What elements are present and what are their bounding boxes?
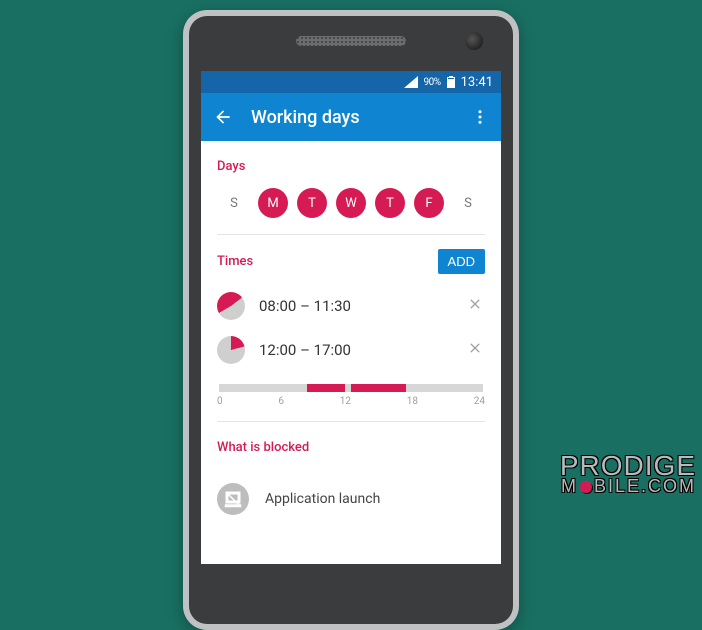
watermark-line1: PRODIGE — [560, 453, 696, 478]
pie-icon-1 — [217, 336, 245, 364]
screen: 90% 13:41 Working days Days S — [201, 71, 501, 564]
day-tue[interactable]: T — [297, 188, 327, 218]
day-thu[interactable]: T — [375, 188, 405, 218]
battery-icon — [447, 76, 455, 88]
back-arrow-icon[interactable] — [213, 107, 233, 127]
tick-0: 0 — [217, 396, 223, 407]
days-row: S M T W T F S — [217, 188, 485, 235]
timeline-bar — [219, 384, 483, 392]
tick-18: 18 — [407, 396, 418, 407]
divider — [217, 421, 485, 422]
delete-time-0[interactable] — [465, 296, 485, 317]
phone-speaker — [296, 36, 406, 46]
day-fri[interactable]: F — [414, 188, 444, 218]
app-bar: Working days — [201, 93, 501, 141]
watermark: PRODIGE MBILE.COM — [560, 453, 696, 494]
times-header: Times ADD — [217, 249, 485, 274]
battery-percent: 90% — [424, 77, 441, 88]
blocked-section-label: What is blocked — [217, 440, 485, 455]
tick-12: 12 — [340, 396, 351, 407]
days-section-label: Days — [217, 159, 485, 174]
time-label-0: 08:00 – 11:30 — [259, 297, 451, 315]
tick-6: 6 — [278, 396, 284, 407]
status-bar: 90% 13:41 — [201, 71, 501, 93]
timeline-seg-1 — [351, 384, 406, 392]
add-button[interactable]: ADD — [438, 249, 485, 274]
more-icon[interactable] — [471, 108, 489, 126]
blocked-label-0: Application launch — [265, 491, 380, 507]
page-title: Working days — [251, 107, 453, 128]
pie-icon-0 — [217, 292, 245, 320]
application-launch-icon — [217, 483, 249, 515]
day-mon[interactable]: M — [258, 188, 288, 218]
time-label-1: 12:00 – 17:00 — [259, 341, 451, 359]
phone-camera — [465, 32, 483, 50]
phone-inner: 90% 13:41 Working days Days S — [189, 16, 513, 624]
day-wed[interactable]: W — [336, 188, 366, 218]
time-row-0[interactable]: 08:00 – 11:30 — [217, 284, 485, 328]
blocked-row-0[interactable]: Application launch — [217, 469, 485, 529]
watermark-line2: MBILE.COM — [560, 478, 696, 494]
content: Days S M T W T F S Times ADD 08:00 – 11:… — [201, 159, 501, 529]
delete-time-1[interactable] — [465, 340, 485, 361]
day-sat[interactable]: S — [453, 188, 483, 218]
tick-24: 24 — [474, 396, 485, 407]
timeline-seg-0 — [307, 384, 346, 392]
time-row-1[interactable]: 12:00 – 17:00 — [217, 328, 485, 372]
signal-icon — [404, 76, 418, 88]
timeline-labels: 0 6 12 18 24 — [217, 396, 485, 407]
clock: 13:41 — [461, 75, 493, 90]
phone-frame: 90% 13:41 Working days Days S — [183, 10, 519, 630]
day-sun[interactable]: S — [219, 188, 249, 218]
times-section-label: Times — [217, 254, 253, 269]
